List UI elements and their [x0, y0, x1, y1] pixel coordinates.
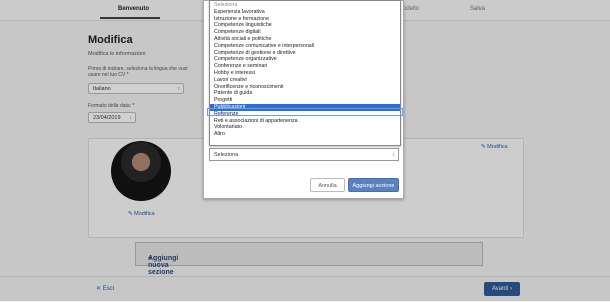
dropdown-option[interactable]: Altro	[214, 131, 225, 138]
dropdown-option[interactable]: Competenze organizzative	[214, 56, 277, 63]
dropdown-option[interactable]: Onorificenze e riconoscimenti	[214, 84, 283, 91]
dropdown-option[interactable]: Istruzione e formazione	[214, 16, 269, 23]
dropdown-option[interactable]: Patente di guida	[214, 90, 252, 97]
cancel-button[interactable]: Annulla	[310, 178, 345, 192]
dropdown-option[interactable]: Competenze digitali	[214, 29, 261, 36]
dropdown-option[interactable]: Competenze di gestione e direttive	[214, 50, 296, 57]
dropdown-option[interactable]: Reti e associazioni di appartenenza	[214, 118, 298, 125]
section-select[interactable]: Seleziona ↕	[209, 148, 399, 161]
add-section-confirm-button[interactable]: Aggiungi sezione	[348, 178, 399, 192]
dropdown-option[interactable]: Hobby e interessi	[214, 70, 255, 77]
dropdown-option[interactable]: Lavori creativi	[214, 77, 247, 84]
dropdown-option[interactable]: Competenze comunicative e interpersonali	[214, 43, 314, 50]
dropdown-option[interactable]: Attività sociali e politiche	[214, 36, 271, 43]
chevron-down-icon: ↕	[392, 152, 396, 158]
dropdown-option[interactable]: Competenze linguistiche	[214, 22, 272, 29]
dropdown-option[interactable]: Volontariato	[214, 124, 242, 131]
dropdown-option[interactable]: Progetti	[214, 97, 232, 104]
section-dropdown-list: Seleziona Esperienza lavorativa Istruzione…	[209, 0, 401, 146]
dropdown-option[interactable]: Esperienza lavorativa	[214, 9, 265, 16]
dropdown-option[interactable]: Seleziona	[214, 2, 237, 9]
highlight-border	[207, 108, 403, 116]
dropdown-option[interactable]: Conferenze e seminari	[214, 63, 267, 70]
